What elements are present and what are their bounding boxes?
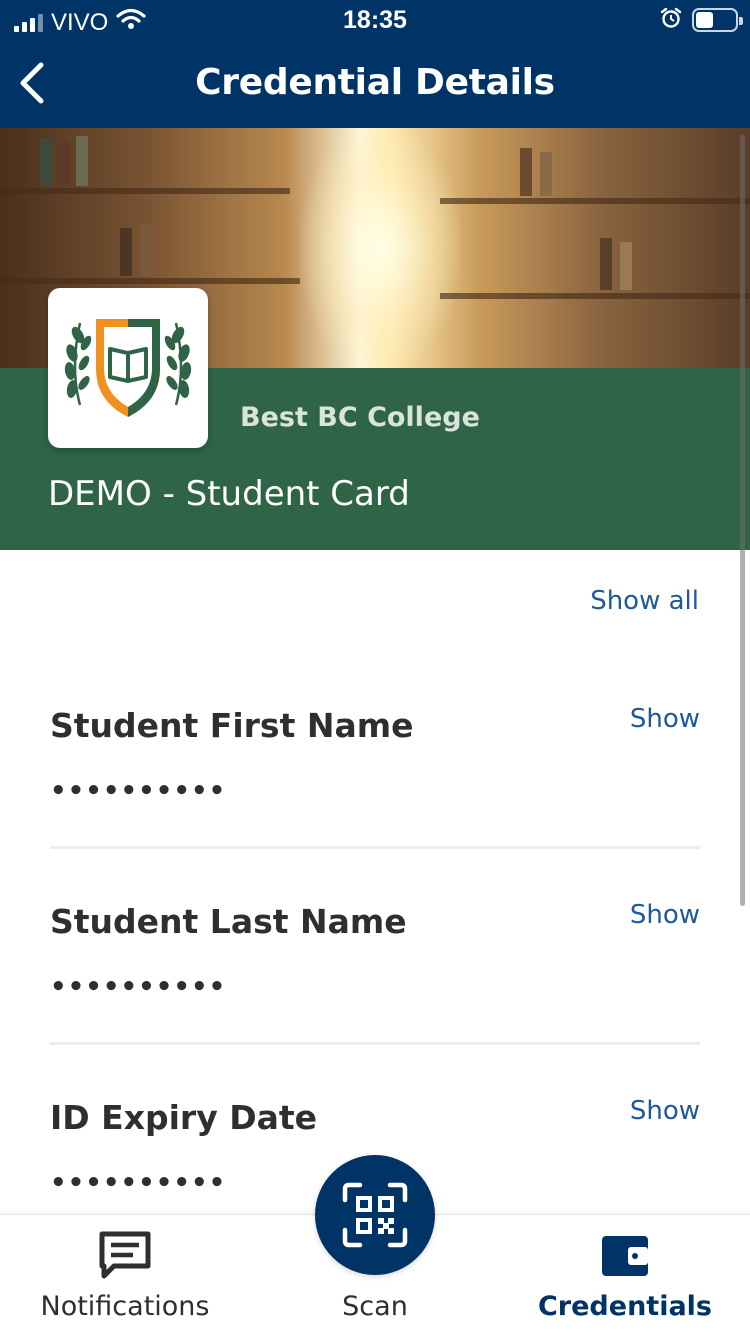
- wallet-icon: [600, 1229, 650, 1281]
- attribute-row-first-name: Student First Name Show ••••••••••: [50, 702, 700, 898]
- attribute-row-last-name: Student Last Name Show ••••••••••: [50, 898, 700, 1094]
- attribute-label: Student Last Name: [50, 902, 407, 941]
- credential-name: DEMO - Student Card: [48, 474, 410, 514]
- nav-header: Credential Details: [0, 40, 750, 128]
- show-all-button[interactable]: Show all: [590, 586, 699, 616]
- tab-label: Notifications: [40, 1291, 210, 1322]
- attribute-label: Student First Name: [50, 706, 414, 745]
- qr-scan-icon: [342, 1182, 408, 1248]
- battery-icon: [692, 8, 743, 32]
- show-button[interactable]: Show: [630, 900, 700, 930]
- attribute-value-masked: ••••••••••: [50, 776, 227, 806]
- attribute-value-masked: ••••••••••: [50, 972, 227, 1002]
- show-button[interactable]: Show: [630, 1096, 700, 1126]
- status-right: [660, 7, 743, 33]
- chat-bubble-icon: [98, 1229, 152, 1281]
- attribute-value-masked: ••••••••••: [50, 1168, 227, 1198]
- scan-button[interactable]: [315, 1155, 435, 1275]
- scrollbar[interactable]: [740, 134, 745, 906]
- issuer-name: Best BC College: [240, 402, 480, 433]
- divider: [50, 846, 700, 849]
- status-bar: VIVO 18:35: [0, 0, 750, 40]
- tab-notifications[interactable]: Notifications: [30, 1215, 220, 1334]
- tab-label: Scan: [342, 1291, 408, 1322]
- status-time: 18:35: [343, 6, 407, 34]
- college-crest-icon: [64, 319, 192, 417]
- divider: [50, 1042, 700, 1045]
- issuer-logo: [48, 288, 208, 448]
- tab-credentials[interactable]: Credentials: [530, 1215, 720, 1334]
- page-title: Credential Details: [195, 62, 555, 103]
- tab-label: Credentials: [537, 1291, 712, 1322]
- show-button[interactable]: Show: [630, 704, 700, 734]
- alarm-icon: [660, 7, 682, 33]
- attribute-label: ID Expiry Date: [50, 1098, 318, 1137]
